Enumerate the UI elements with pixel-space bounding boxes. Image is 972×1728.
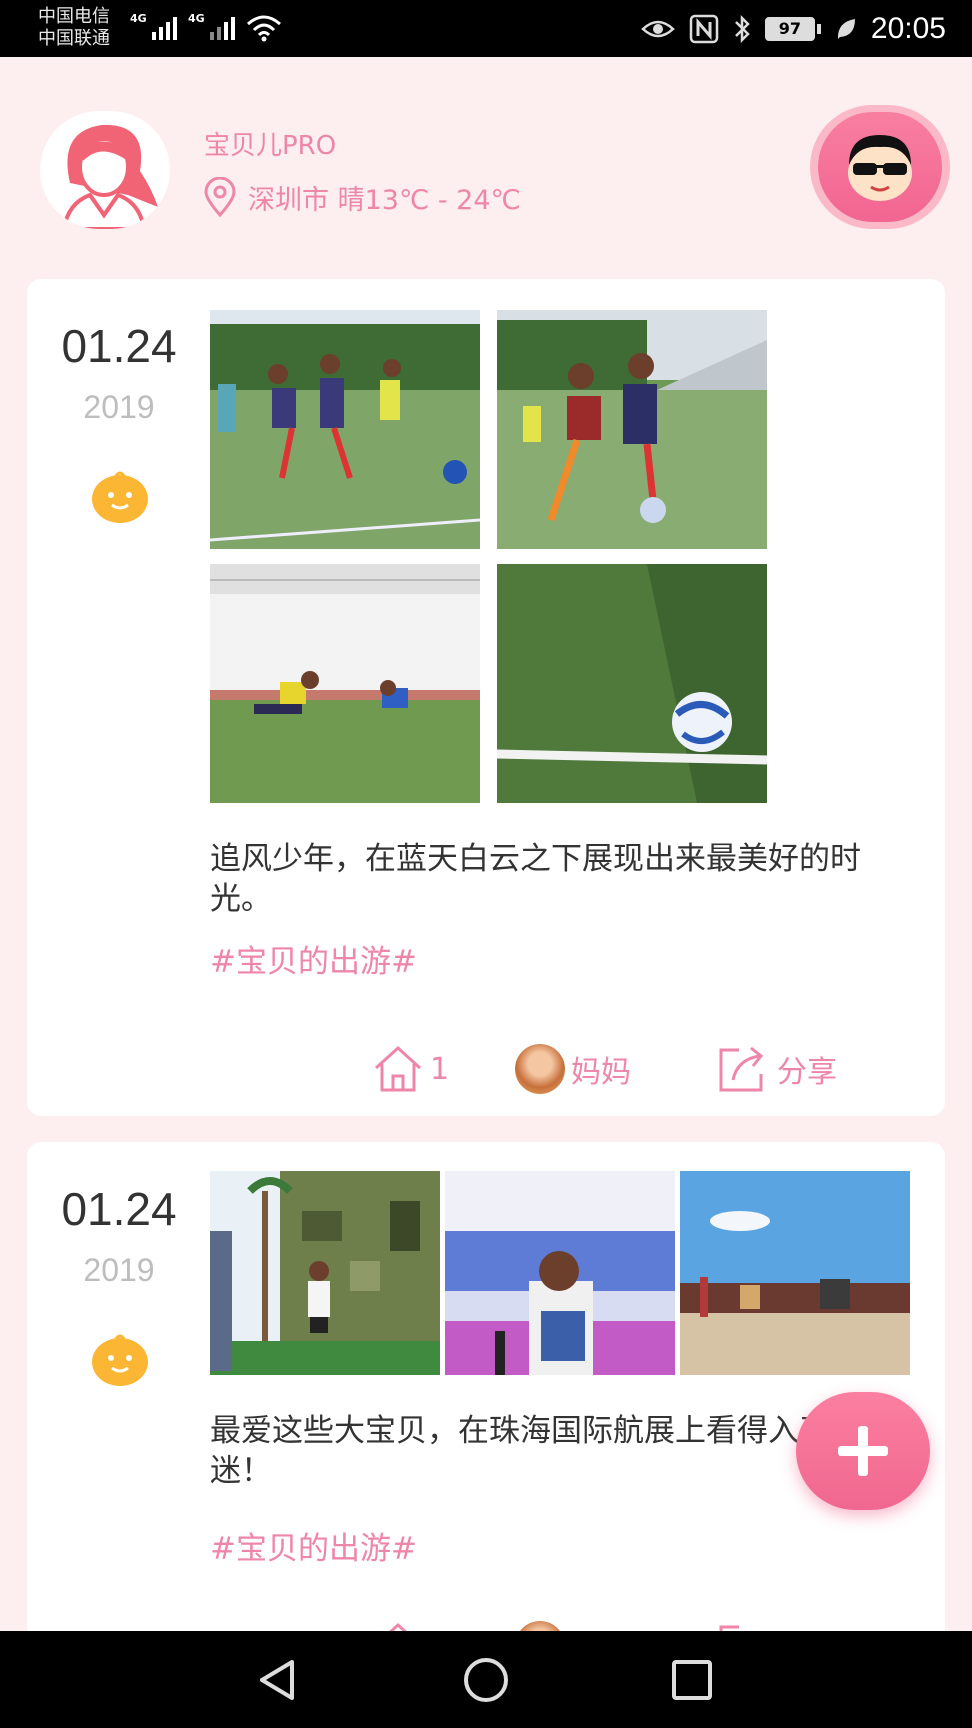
post-year: 2019	[83, 389, 155, 425]
post-photo[interactable]	[210, 564, 480, 803]
location-pin-icon	[204, 177, 236, 217]
back-button[interactable]	[248, 1653, 308, 1707]
smiley-mood-icon	[92, 1334, 148, 1386]
post-photo[interactable]	[445, 1171, 675, 1375]
eye-icon	[641, 20, 675, 38]
author-name: 妈妈	[571, 1055, 631, 1090]
system-nav-bar	[0, 1631, 972, 1728]
signal-1-icon: 4G	[130, 12, 177, 40]
post-date: 01.24	[61, 1183, 177, 1235]
post-photo[interactable]	[497, 310, 767, 549]
girl-avatar-icon	[61, 124, 158, 229]
military-vehicle-photo	[210, 1171, 440, 1375]
status-bar: 中国电信 中国联通 4G 4G 97 20:05	[0, 0, 972, 57]
post-year: 2019	[83, 1252, 155, 1288]
recents-button[interactable]	[662, 1653, 722, 1707]
home-icon	[374, 1045, 422, 1092]
post-card: 01.24 2019	[27, 279, 945, 1116]
post-caption: 最爱这些大宝贝，在珠海国际航展上看得入了迷！	[210, 1413, 830, 1489]
post-photo[interactable]	[497, 564, 767, 803]
header: 宝贝儿PRO 深圳市 晴13℃ - 24℃	[0, 57, 972, 272]
smiley-mood-icon	[92, 471, 148, 523]
carrier-2: 中国联通	[38, 28, 110, 49]
like-button[interactable]: 1	[372, 1041, 449, 1097]
carrier-labels: 中国电信 中国联通	[38, 6, 110, 50]
post-photo[interactable]	[680, 1171, 910, 1375]
profile-button[interactable]	[810, 105, 950, 229]
recents-square-icon	[672, 1660, 712, 1700]
leaf-icon	[837, 19, 855, 39]
bluetooth-icon	[735, 14, 750, 44]
plus-icon	[838, 1426, 888, 1476]
wifi-icon	[247, 15, 281, 42]
carrier-1: 中国电信	[38, 6, 110, 27]
nfc-icon	[689, 14, 719, 44]
add-post-button[interactable]	[796, 1392, 930, 1510]
username: 宝贝儿PRO	[204, 131, 337, 161]
location-weather-row: 深圳市 晴13℃ - 24℃	[202, 177, 521, 217]
post-photo[interactable]	[210, 310, 480, 549]
home-circle-icon	[464, 1658, 508, 1702]
post-tag[interactable]: #宝贝的出游#	[210, 936, 417, 981]
clock: 20:05	[870, 12, 946, 45]
home-button[interactable]	[456, 1653, 516, 1707]
football-dribble-photo	[497, 310, 767, 549]
kids-kneeling-photo	[210, 564, 480, 803]
football-kids-photo	[210, 310, 480, 549]
post-tag[interactable]: #宝贝的出游#	[210, 1523, 417, 1568]
status-icons: 97 20:05	[641, 10, 946, 48]
location-weather: 深圳市 晴13℃ - 24℃	[248, 184, 521, 216]
post-actions: 1 妈妈 分享	[27, 1041, 945, 1097]
cool-face-icon	[848, 135, 912, 201]
air-show-crowd-photo	[680, 1171, 910, 1375]
post-date: 01.24	[61, 320, 177, 372]
back-triangle-icon	[260, 1660, 294, 1700]
signal-2-icon: 4G	[188, 12, 235, 40]
post-caption: 追风少年，在蓝天白云之下展现出来最美好的时光。	[210, 841, 861, 917]
user-avatar[interactable]	[40, 111, 170, 229]
author-avatar	[515, 1044, 565, 1094]
exhibition-hall-photo	[445, 1171, 675, 1375]
like-count: 1	[430, 1051, 450, 1087]
battery-icon: 97	[764, 17, 821, 41]
share-icon	[719, 1046, 764, 1092]
author-button[interactable]: 妈妈	[515, 1041, 631, 1097]
share-label: 分享	[777, 1055, 837, 1090]
post-photo[interactable]	[210, 1171, 440, 1375]
football-ball-photo	[497, 564, 767, 803]
share-button[interactable]: 分享	[715, 1041, 837, 1097]
